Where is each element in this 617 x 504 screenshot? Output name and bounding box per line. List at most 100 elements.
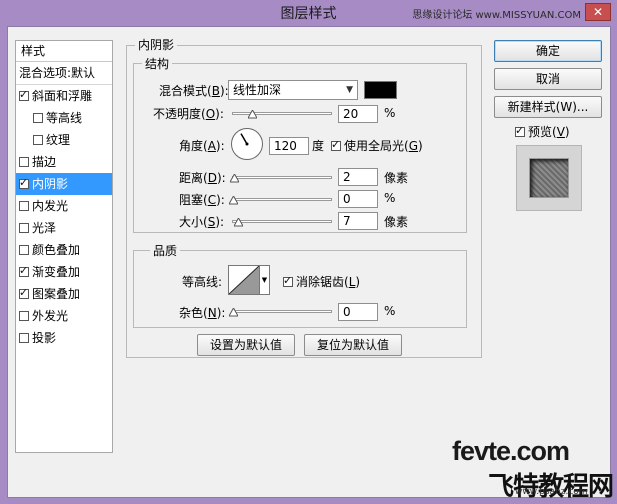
shadow-color-swatch[interactable]: [364, 81, 397, 99]
style-item-checkbox[interactable]: [19, 332, 29, 343]
preview-swatch: [530, 159, 568, 197]
style-item-label: 外发光: [32, 309, 69, 323]
style-item-checkbox[interactable]: [19, 176, 29, 190]
size-label: 大小(S):: [179, 215, 225, 229]
style-item-checkbox[interactable]: [33, 112, 43, 123]
angle-label: 角度(A):: [179, 139, 225, 153]
structure-title: 结构: [142, 55, 173, 72]
watermark-feite: 飞特教程网: [488, 471, 614, 501]
noise-input[interactable]: 0: [338, 303, 378, 321]
antialias-checkbox[interactable]: 消除锯齿(L): [283, 273, 360, 290]
reset-default-button[interactable]: 复位为默认值: [304, 334, 402, 356]
distance-input[interactable]: 2: [338, 168, 378, 186]
make-default-button[interactable]: 设置为默认值: [197, 334, 295, 356]
distance-label: 距离(D):: [179, 171, 226, 185]
antialias-check[interactable]: [283, 274, 293, 288]
blend-options-item[interactable]: 混合选项:默认: [16, 62, 112, 85]
preview-thumbnail: [516, 145, 582, 211]
distance-slider-thumb[interactable]: [230, 174, 239, 183]
new-style-button[interactable]: 新建样式(W)...: [494, 96, 602, 118]
style-item-10[interactable]: 外发光: [16, 305, 112, 327]
style-item-2[interactable]: 纹理: [16, 129, 112, 151]
style-item-8[interactable]: 渐变叠加: [16, 261, 112, 283]
style-item-checkbox[interactable]: [19, 88, 29, 102]
size-slider-thumb[interactable]: [234, 218, 243, 227]
global-light-check[interactable]: [331, 138, 341, 152]
style-list-header[interactable]: 样式: [16, 41, 112, 62]
cancel-button[interactable]: 取消: [494, 68, 602, 90]
style-item-label: 斜面和浮雕: [32, 89, 93, 103]
contour-linear-icon: [228, 265, 260, 295]
chevron-down-icon: ▼: [261, 276, 268, 284]
style-item-6[interactable]: 光泽: [16, 217, 112, 239]
noise-slider-thumb[interactable]: [229, 308, 238, 317]
blend-mode-value: 线性加深: [233, 83, 282, 97]
contour-label: 等高线:: [182, 275, 223, 289]
noise-unit: %: [384, 304, 396, 318]
opacity-input[interactable]: 20: [338, 105, 378, 123]
style-item-checkbox[interactable]: [19, 222, 29, 233]
style-item-0[interactable]: 斜面和浮雕: [16, 85, 112, 107]
noise-label: 杂色(N):: [179, 306, 226, 320]
close-button[interactable]: ✕: [585, 3, 611, 21]
distance-unit: 像素: [384, 171, 409, 185]
style-item-checkbox[interactable]: [19, 286, 29, 300]
style-item-3[interactable]: 描边: [16, 151, 112, 173]
choke-slider-thumb[interactable]: [229, 196, 238, 205]
watermark-url: www.psahz.com: [515, 487, 588, 497]
quality-title: 品质: [150, 242, 181, 259]
noise-slider[interactable]: [232, 310, 332, 313]
style-item-label: 内阴影: [32, 177, 69, 191]
blend-mode-select[interactable]: 线性加深 ▼: [228, 80, 358, 100]
style-item-label: 等高线: [46, 111, 83, 125]
close-icon: ✕: [592, 5, 604, 19]
contour-picker[interactable]: [228, 265, 260, 295]
angle-dial[interactable]: [231, 128, 263, 160]
angle-input[interactable]: 120: [269, 137, 309, 155]
style-item-label: 纹理: [46, 133, 71, 147]
style-item-5[interactable]: 内发光: [16, 195, 112, 217]
choke-slider[interactable]: [232, 198, 332, 201]
watermark-top: 思缘设计论坛 www.MISSYUAN.COM: [412, 10, 581, 21]
ok-button[interactable]: 确定: [494, 40, 602, 62]
style-item-7[interactable]: 颜色叠加: [16, 239, 112, 261]
choke-input[interactable]: 0: [338, 190, 378, 208]
global-light-checkbox[interactable]: 使用全局光(G): [331, 137, 423, 154]
style-item-label: 光泽: [32, 221, 57, 235]
style-item-1[interactable]: 等高线: [16, 107, 112, 129]
size-input[interactable]: 7: [338, 212, 378, 230]
size-unit: 像素: [384, 215, 409, 229]
angle-dial-needle: [240, 133, 249, 146]
style-item-11[interactable]: 投影: [16, 327, 112, 349]
contour-dropdown[interactable]: ▼: [260, 265, 270, 295]
style-item-checkbox[interactable]: [19, 156, 29, 167]
dialog-body: 样式 混合选项:默认 斜面和浮雕等高线纹理描边内阴影内发光光泽颜色叠加渐变叠加图…: [7, 26, 611, 498]
inner-shadow-title: 内阴影: [135, 36, 178, 53]
choke-label: 阻塞(C):: [179, 193, 225, 207]
style-item-checkbox[interactable]: [19, 244, 29, 255]
angle-unit: 度: [312, 139, 325, 153]
style-item-4[interactable]: 内阴影: [16, 173, 112, 195]
style-items: 斜面和浮雕等高线纹理描边内阴影内发光光泽颜色叠加渐变叠加图案叠加外发光投影: [16, 85, 112, 349]
watermark-fevte: fevte.com: [452, 436, 570, 466]
style-item-label: 渐变叠加: [32, 265, 81, 279]
style-item-9[interactable]: 图案叠加: [16, 283, 112, 305]
opacity-slider-thumb[interactable]: [247, 110, 257, 119]
preview-check[interactable]: [515, 124, 525, 138]
style-item-label: 颜色叠加: [32, 243, 81, 257]
style-item-label: 描边: [32, 155, 57, 169]
size-slider[interactable]: [232, 220, 332, 223]
style-item-checkbox[interactable]: [33, 134, 43, 145]
opacity-unit: %: [384, 106, 396, 120]
distance-slider[interactable]: [232, 176, 332, 179]
style-item-label: 投影: [32, 331, 57, 345]
style-item-checkbox[interactable]: [19, 264, 29, 278]
style-item-label: 内发光: [32, 199, 69, 213]
style-item-label: 图案叠加: [32, 287, 81, 301]
style-item-checkbox[interactable]: [19, 200, 29, 211]
blend-mode-label: 混合模式(B):: [159, 84, 229, 98]
style-item-checkbox[interactable]: [19, 310, 29, 321]
opacity-label: 不透明度(O):: [153, 107, 224, 121]
title-bar: 图层样式 思缘设计论坛 www.MISSYUAN.COM ✕: [0, 0, 617, 26]
preview-checkbox[interactable]: 预览(V): [515, 123, 570, 140]
